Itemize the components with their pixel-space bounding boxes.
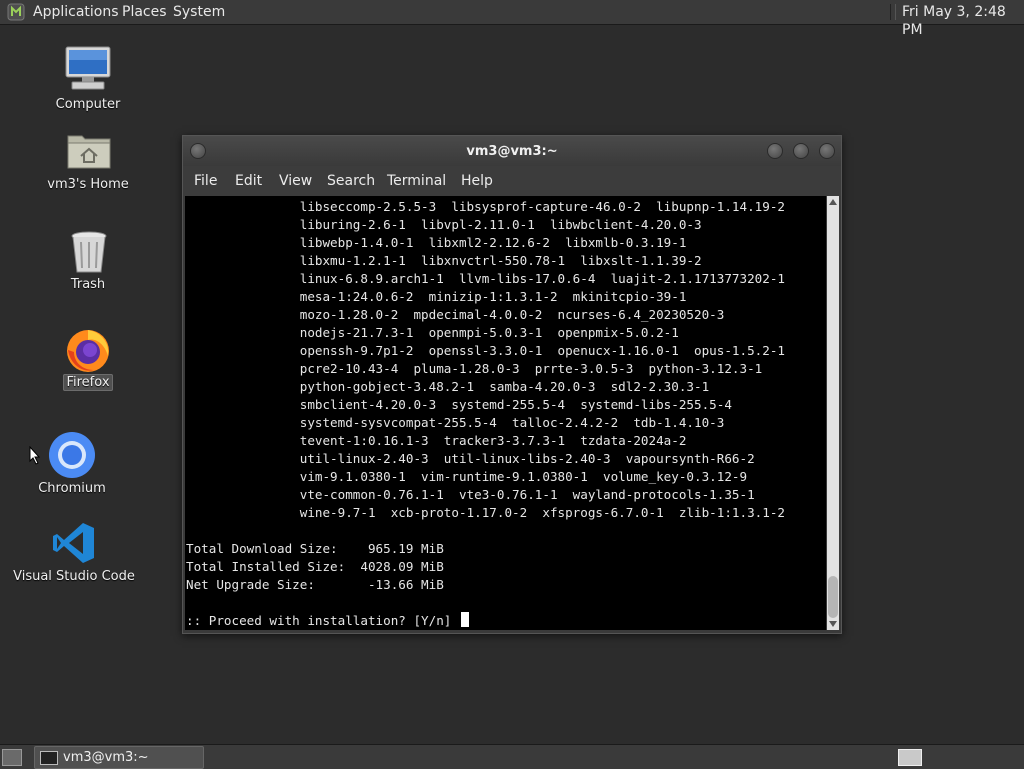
desktop-icon-computer[interactable]: Computer bbox=[33, 44, 143, 116]
terminal-line: :: Proceed with installation? [Y/n] bbox=[186, 613, 459, 628]
places-menu[interactable]: Places bbox=[122, 3, 167, 21]
terminal-line: Total Download Size: 965.19 MiB bbox=[186, 541, 444, 556]
terminal-line: python-gobject-3.48.2-1 samba-4.20.0-3 s… bbox=[186, 379, 710, 394]
terminal-line: Total Installed Size: 4028.09 MiB bbox=[186, 559, 444, 574]
desktop-icon-label: Trash bbox=[70, 277, 106, 292]
taskbar-window-label: vm3@vm3:~ bbox=[63, 750, 149, 765]
menu-view[interactable]: View bbox=[279, 173, 312, 189]
terminal-line: libxmu-1.2.1-1 libxnvctrl-550.78-1 libxs… bbox=[186, 253, 702, 268]
terminal-scrollbar[interactable] bbox=[827, 196, 839, 630]
terminal-window[interactable]: vm3@vm3:~ File Edit View Search Terminal… bbox=[182, 135, 842, 634]
terminal-line: tevent-1:0.16.1-3 tracker3-3.7.3-1 tzdat… bbox=[186, 433, 687, 448]
terminal-line: libseccomp-2.5.5-3 libsysprof-capture-46… bbox=[186, 199, 785, 214]
desktop-icon-home[interactable]: vm3's Home bbox=[33, 128, 143, 196]
desktop-icon-label: vm3's Home bbox=[47, 177, 129, 192]
terminal-line: pcre2-10.43-4 pluma-1.28.0-3 prrte-3.0.5… bbox=[186, 361, 763, 376]
minimize-button[interactable] bbox=[767, 143, 783, 159]
desktop-icon-label: Chromium bbox=[38, 481, 106, 496]
vscode-icon bbox=[53, 523, 94, 563]
terminal-line: util-linux-2.40-3 util-linux-libs-2.40-3… bbox=[186, 451, 755, 466]
trash-icon bbox=[71, 231, 107, 273]
terminal-text[interactable]: libseccomp-2.5.5-3 libsysprof-capture-46… bbox=[186, 198, 785, 630]
terminal-cursor bbox=[460, 612, 469, 627]
scroll-up-arrow-icon[interactable] bbox=[829, 199, 837, 205]
menu-help[interactable]: Help bbox=[461, 173, 493, 189]
terminal-line: Net Upgrade Size: -13.66 MiB bbox=[186, 577, 444, 592]
terminal-line: liburing-2.6-1 libvpl-2.11.0-1 libwbclie… bbox=[186, 217, 702, 232]
window-title: vm3@vm3:~ bbox=[466, 144, 558, 159]
bottom-panel: vm3@vm3:~ bbox=[0, 744, 1024, 769]
desktop-icon-label: Computer bbox=[55, 97, 121, 112]
desktop-icon-label: Firefox bbox=[63, 374, 113, 391]
terminal-line: wine-9.7-1 xcb-proto-1.17.0-2 xfsprogs-6… bbox=[186, 505, 785, 520]
terminal-line: mozo-1.28.0-2 mpdecimal-4.0.0-2 ncurses-… bbox=[186, 307, 725, 322]
scroll-down-arrow-icon[interactable] bbox=[829, 621, 837, 627]
desktop-icon-vscode[interactable]: Visual Studio Code bbox=[13, 519, 135, 589]
computer-icon bbox=[65, 46, 111, 90]
terminal-line: systemd-sysvcompat-255.5-4 talloc-2.4.2-… bbox=[186, 415, 725, 430]
terminal-line: openssh-9.7p1-2 openssl-3.3.0-1 openucx-… bbox=[186, 343, 785, 358]
terminal-line: vte-common-0.76.1-1 vte3-0.76.1-1 waylan… bbox=[186, 487, 755, 502]
menu-terminal[interactable]: Terminal bbox=[387, 173, 446, 189]
maximize-button[interactable] bbox=[793, 143, 809, 159]
mouse-cursor-icon bbox=[29, 446, 41, 465]
terminal-icon bbox=[40, 751, 58, 765]
terminal-line: smbclient-4.20.0-3 systemd-255.5-4 syste… bbox=[186, 397, 732, 412]
window-titlebar[interactable]: vm3@vm3:~ bbox=[183, 136, 841, 166]
desktop-icon-firefox[interactable]: Firefox bbox=[33, 326, 143, 396]
home-folder-icon bbox=[67, 135, 111, 169]
close-button[interactable] bbox=[819, 143, 835, 159]
desktop-icon-trash[interactable]: Trash bbox=[33, 228, 143, 296]
workspace-switcher[interactable] bbox=[898, 749, 922, 766]
terminal-menubar: File Edit View Search Terminal Help bbox=[183, 166, 841, 196]
taskbar-window-button[interactable]: vm3@vm3:~ bbox=[34, 746, 204, 769]
terminal-line: vim-9.1.0380-1 vim-runtime-9.1.0380-1 vo… bbox=[186, 469, 748, 484]
show-desktop-button[interactable] bbox=[2, 749, 22, 766]
system-menu[interactable]: System bbox=[173, 3, 225, 21]
menu-file[interactable]: File bbox=[194, 173, 217, 189]
mate-logo-icon[interactable] bbox=[7, 3, 25, 21]
desktop-icon-chromium[interactable]: Chromium bbox=[17, 430, 127, 500]
menu-search[interactable]: Search bbox=[327, 173, 375, 189]
clock-applet[interactable]: Fri May 3, 2:48 PM bbox=[890, 0, 1024, 38]
terminal-output[interactable]: libseccomp-2.5.5-3 libsysprof-capture-46… bbox=[185, 196, 826, 630]
top-panel: Applications Places System Fri May 3, 2:… bbox=[0, 0, 1024, 38]
scrollbar-thumb[interactable] bbox=[828, 576, 838, 618]
terminal-line: mesa-1:24.0.6-2 minizip-1:1.3.1-2 mkinit… bbox=[186, 289, 687, 304]
clock[interactable]: Fri May 3, 2:48 PM bbox=[902, 3, 1024, 39]
chromium-icon bbox=[49, 432, 95, 478]
terminal-line: linux-6.8.9.arch1-1 llvm-libs-17.0.6-4 l… bbox=[186, 271, 785, 286]
menu-edit[interactable]: Edit bbox=[235, 173, 262, 189]
terminal-line: nodejs-21.7.3-1 openmpi-5.0.3-1 openpmix… bbox=[186, 325, 679, 340]
desktop-icon-label-wrap: Firefox bbox=[33, 374, 143, 391]
desktop-icon-label: Visual Studio Code bbox=[13, 569, 135, 584]
applications-menu[interactable]: Applications bbox=[33, 3, 119, 21]
panel-separator bbox=[890, 4, 896, 20]
firefox-icon bbox=[67, 330, 109, 372]
terminal-line: libwebp-1.4.0-1 libxml2-2.12.6-2 libxmlb… bbox=[186, 235, 687, 250]
